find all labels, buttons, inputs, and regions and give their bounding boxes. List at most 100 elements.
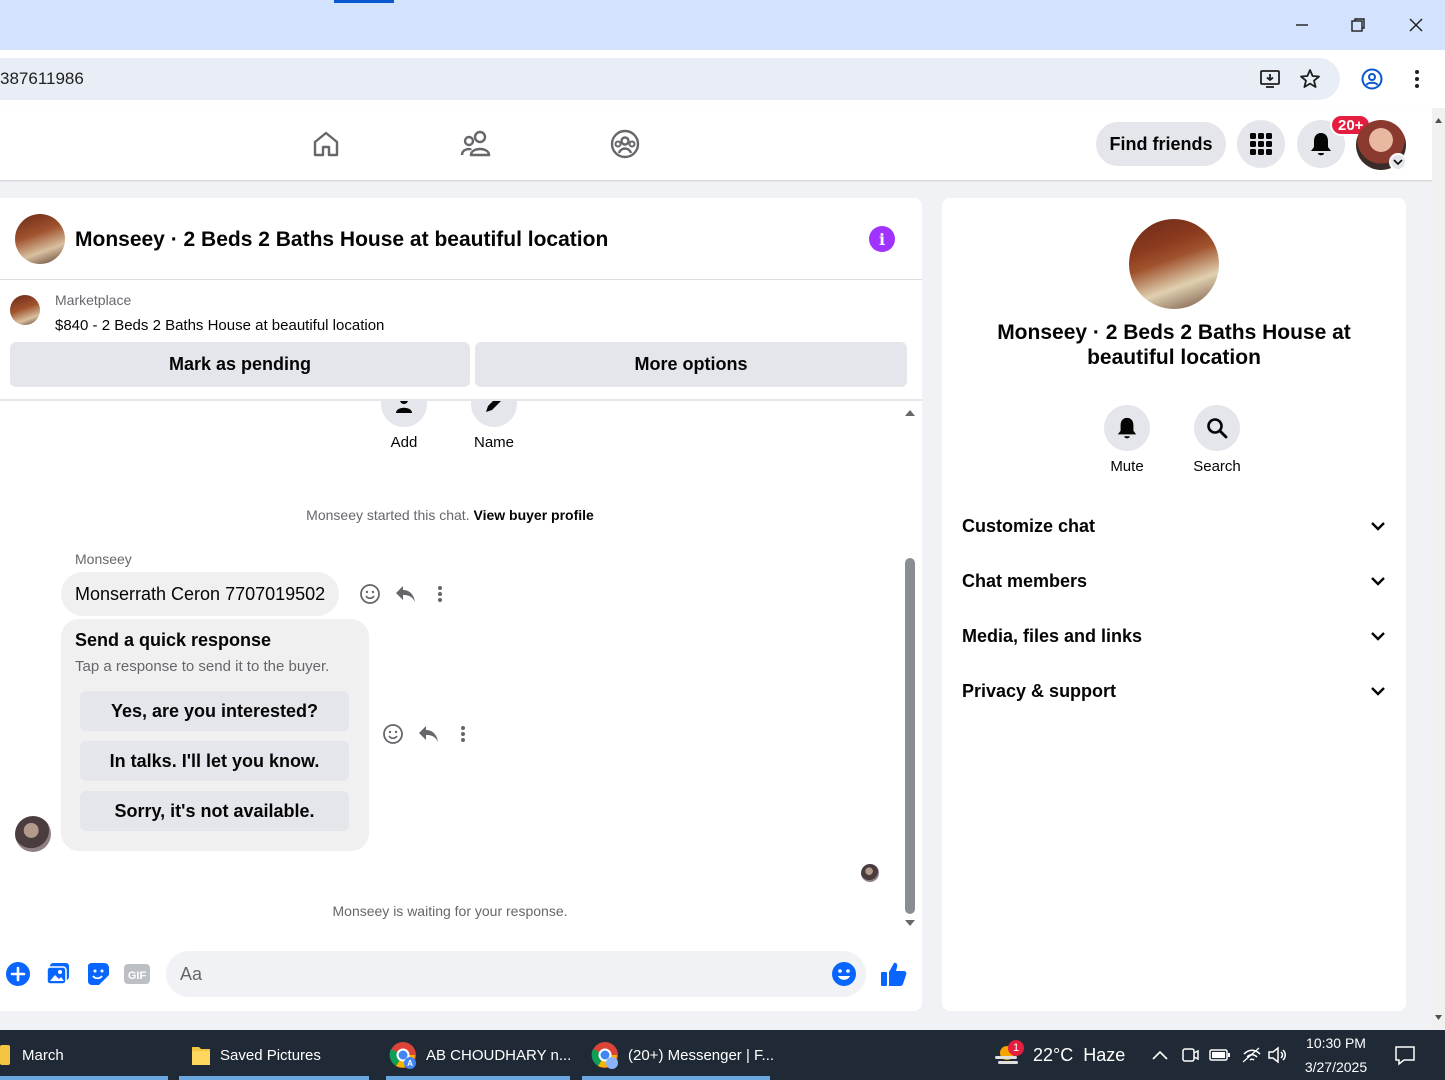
profile-account-icon[interactable] bbox=[1357, 64, 1387, 94]
customize-chat-label: Customize chat bbox=[962, 515, 1096, 536]
add-people-button[interactable] bbox=[381, 401, 427, 427]
more-actions-icon[interactable] bbox=[449, 720, 477, 748]
chat-title[interactable]: Monseey · 2 Beds 2 Baths House at beauti… bbox=[75, 228, 608, 252]
restore-window-icon[interactable] bbox=[1343, 10, 1373, 40]
quick-response-title: Send a quick response bbox=[75, 630, 272, 650]
reply-icon[interactable] bbox=[414, 720, 442, 748]
taskbar-item-label: AB CHOUDHARY n... bbox=[426, 1046, 572, 1064]
chat-scrollbar-thumb[interactable] bbox=[905, 558, 915, 914]
privacy-support-label: Privacy & support bbox=[962, 680, 1117, 701]
meet-now-icon[interactable] bbox=[1178, 1043, 1202, 1067]
taskbar-item-chrome-messenger[interactable]: (20+) Messenger | F... bbox=[590, 1030, 774, 1080]
wifi-icon[interactable] bbox=[1240, 1043, 1264, 1067]
pencil-icon bbox=[486, 401, 501, 412]
notification-center-icon[interactable] bbox=[1393, 1043, 1417, 1067]
edit-name-button[interactable] bbox=[471, 401, 517, 427]
chat-members-label: Chat members bbox=[962, 570, 1088, 591]
chevron-down-icon bbox=[1371, 632, 1385, 641]
taskbar-item-label: March bbox=[22, 1046, 64, 1064]
bell-icon bbox=[1117, 417, 1137, 439]
quick-response-button[interactable]: Sorry, it's not available. bbox=[80, 791, 349, 831]
listing-thumbnail[interactable] bbox=[15, 214, 65, 264]
gif-icon[interactable]: GIF bbox=[123, 960, 151, 988]
media-files-links-label: Media, files and links bbox=[962, 625, 1143, 646]
folder-icon bbox=[0, 1045, 10, 1065]
weather-text[interactable]: 22°C Haze bbox=[1033, 1045, 1125, 1066]
find-friends-button[interactable]: Find friends bbox=[1096, 122, 1226, 166]
thumbs-up-icon[interactable] bbox=[880, 960, 908, 988]
info-icon[interactable]: i bbox=[869, 226, 895, 252]
message-input[interactable] bbox=[166, 951, 866, 997]
clock-time[interactable]: 10:30 PM bbox=[1298, 1035, 1374, 1051]
friends-icon[interactable] bbox=[458, 126, 494, 162]
search-button[interactable] bbox=[1194, 405, 1240, 451]
minimize-window-icon[interactable] bbox=[1287, 10, 1317, 40]
sender-avatar[interactable] bbox=[15, 816, 51, 852]
media-files-links-row[interactable]: Media, files and links bbox=[962, 621, 1386, 651]
chrome-icon: A bbox=[389, 1042, 416, 1069]
reply-icon[interactable] bbox=[391, 580, 419, 608]
emoji-icon[interactable] bbox=[830, 960, 858, 988]
more-options-button[interactable]: More options bbox=[475, 342, 907, 387]
chevron-down-icon[interactable] bbox=[1389, 153, 1407, 171]
quick-response-button[interactable]: In talks. I'll let you know. bbox=[80, 741, 349, 781]
photo-icon[interactable] bbox=[44, 960, 72, 988]
close-window-icon[interactable] bbox=[1401, 10, 1431, 40]
bell-icon bbox=[1311, 133, 1331, 156]
quick-response-button[interactable]: Yes, are you interested? bbox=[80, 691, 349, 731]
marketplace-thumbnail[interactable] bbox=[10, 295, 40, 325]
plus-icon[interactable] bbox=[4, 960, 32, 988]
install-app-icon[interactable] bbox=[1255, 64, 1285, 94]
clock-date[interactable]: 3/27/2025 bbox=[1298, 1059, 1374, 1075]
add-person-icon bbox=[396, 401, 412, 413]
taskbar-item-label: (20+) Messenger | F... bbox=[628, 1046, 775, 1064]
taskbar-active-indicator bbox=[179, 1076, 369, 1080]
mute-button[interactable] bbox=[1104, 405, 1150, 451]
privacy-support-row[interactable]: Privacy & support bbox=[962, 676, 1386, 706]
view-buyer-profile-link[interactable]: View buyer profile bbox=[473, 507, 593, 523]
menu-grid-button[interactable] bbox=[1237, 120, 1285, 168]
conversation-title: Monseey · 2 Beds 2 Baths House at beauti… bbox=[997, 321, 1351, 369]
url-text[interactable]: 387611986 bbox=[0, 69, 84, 89]
react-smiley-icon[interactable] bbox=[379, 720, 407, 748]
groups-icon[interactable] bbox=[607, 126, 643, 162]
volume-icon[interactable] bbox=[1266, 1043, 1290, 1067]
search-icon bbox=[1207, 418, 1228, 439]
address-bar[interactable] bbox=[0, 58, 1340, 100]
taskbar-item-march[interactable]: March bbox=[0, 1030, 64, 1080]
quick-response-subtitle: Tap a response to send it to the buyer. bbox=[75, 658, 330, 675]
mark-as-pending-button[interactable]: Mark as pending bbox=[10, 342, 470, 387]
chevron-down-icon bbox=[1371, 687, 1385, 696]
taskbar-active-indicator bbox=[582, 1076, 770, 1080]
react-smiley-icon[interactable] bbox=[356, 580, 384, 608]
folder-icon bbox=[192, 1047, 210, 1065]
chevron-up-icon[interactable] bbox=[1148, 1043, 1172, 1067]
browser-menu-icon[interactable] bbox=[1402, 64, 1432, 94]
page-scrollbar[interactable] bbox=[1432, 108, 1445, 1030]
svg-text:GIF: GIF bbox=[128, 970, 147, 982]
add-label: Add bbox=[390, 434, 418, 451]
message-bubble[interactable]: Monserrath Ceron 7707019502 bbox=[61, 572, 340, 616]
battery-icon[interactable] bbox=[1208, 1043, 1232, 1067]
taskbar-item-saved-pictures[interactable]: Saved Pictures bbox=[190, 1030, 321, 1080]
chevron-down-icon bbox=[1371, 522, 1385, 531]
home-icon[interactable] bbox=[308, 126, 344, 162]
chat-members-row[interactable]: Chat members bbox=[962, 566, 1386, 596]
listing-title[interactable]: $840 - 2 Beds 2 Baths House at beautiful… bbox=[55, 317, 384, 334]
chrome-icon bbox=[591, 1042, 618, 1069]
taskbar-active-indicator bbox=[0, 1076, 168, 1080]
taskbar-item-chrome-ab[interactable]: A AB CHOUDHARY n... bbox=[388, 1030, 571, 1080]
waiting-notice: Monseey is waiting for your response. bbox=[332, 903, 568, 919]
more-actions-icon[interactable] bbox=[426, 580, 454, 608]
bookmark-star-icon[interactable] bbox=[1295, 64, 1325, 94]
active-tab-indicator bbox=[334, 0, 394, 3]
conversation-photo[interactable] bbox=[1129, 219, 1219, 309]
started-text: Monseey started this chat. bbox=[306, 507, 470, 523]
name-label: Name bbox=[473, 434, 514, 451]
chevron-down-icon bbox=[1371, 577, 1385, 586]
sticker-icon[interactable] bbox=[84, 960, 112, 988]
search-label: Search bbox=[1193, 458, 1241, 475]
marketplace-label: Marketplace bbox=[55, 292, 132, 308]
seen-indicator-avatar bbox=[861, 864, 879, 882]
customize-chat-row[interactable]: Customize chat bbox=[962, 511, 1386, 541]
